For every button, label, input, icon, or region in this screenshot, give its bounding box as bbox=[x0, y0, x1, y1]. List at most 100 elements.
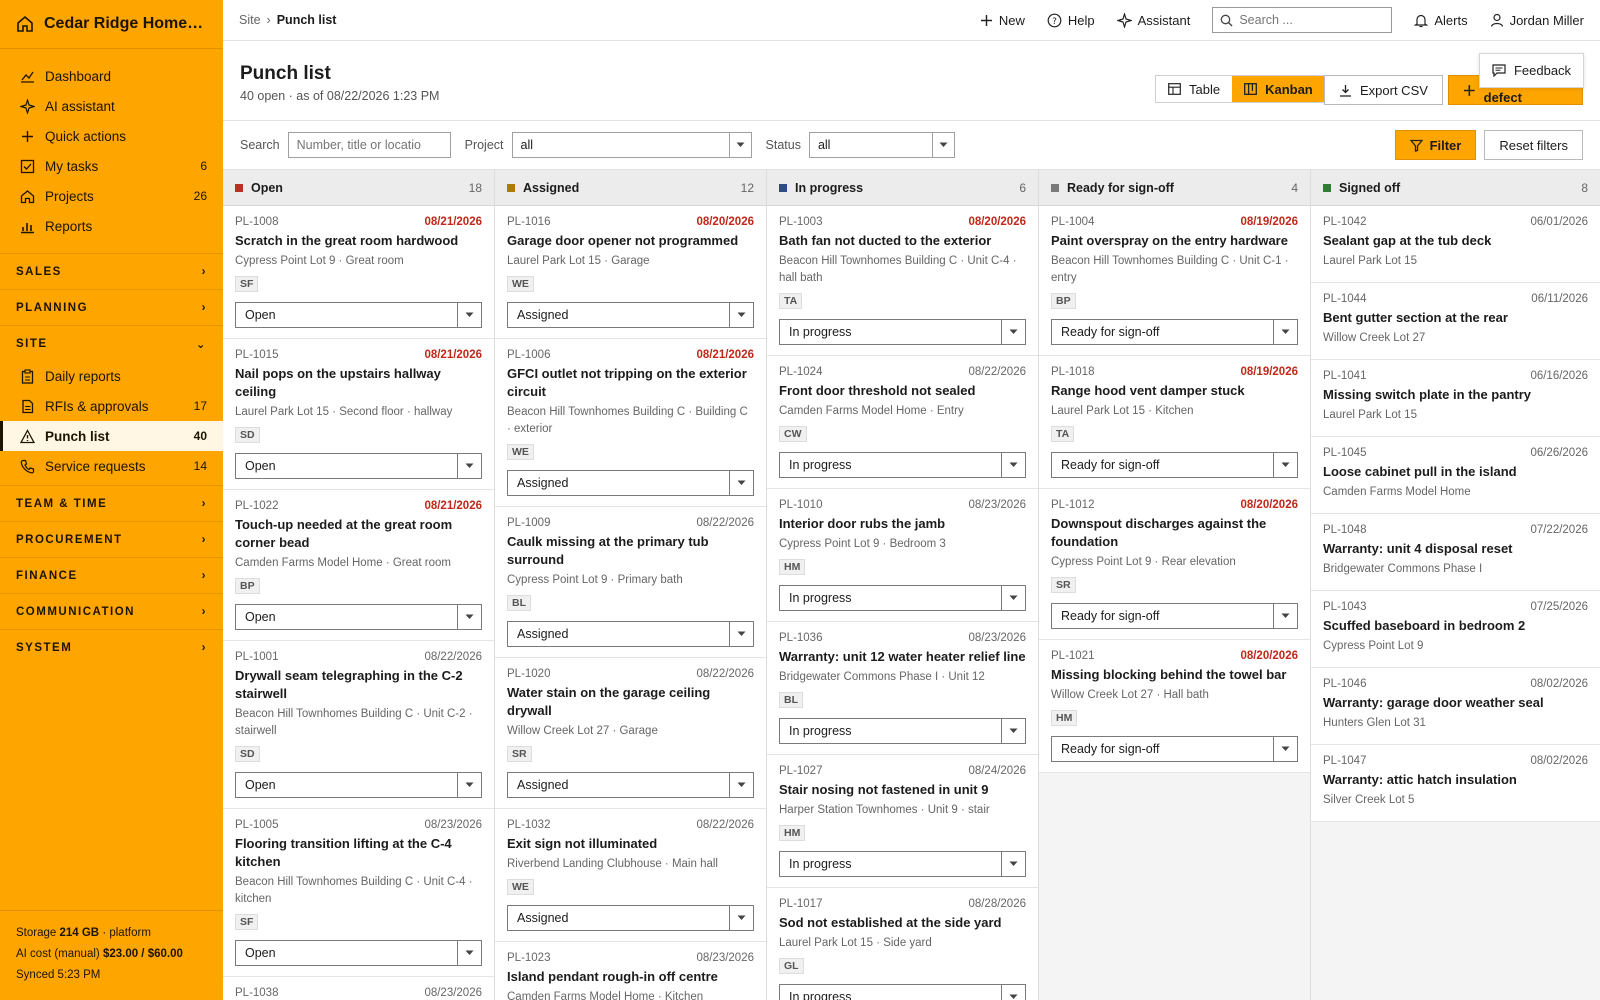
sidebar-item-punch-list[interactable]: Punch list 40 bbox=[0, 421, 223, 451]
assistant-button[interactable]: Assistant bbox=[1116, 12, 1190, 28]
card-title[interactable]: GFCI outlet not tripping on the exterior… bbox=[507, 365, 754, 401]
punch-card[interactable]: PL-1036 08/23/2026 Warranty: unit 12 water… bbox=[767, 622, 1038, 755]
punch-card[interactable]: PL-1003 08/20/2026 Bath fan not ducted to … bbox=[767, 206, 1038, 356]
card-title[interactable]: Drywall seam telegraphing in the C-2 sta… bbox=[235, 667, 482, 703]
status-select[interactable]: Ready for sign-off bbox=[1051, 603, 1298, 629]
card-title[interactable]: Loose cabinet pull in the island bbox=[1323, 463, 1588, 481]
status-select[interactable]: Assigned bbox=[507, 470, 754, 496]
reset-filters-button[interactable]: Reset filters bbox=[1484, 130, 1583, 160]
card-title[interactable]: Bath fan not ducted to the exterior bbox=[779, 232, 1026, 250]
punch-card[interactable]: PL-1009 08/22/2026 Caulk missing at the pr… bbox=[495, 507, 766, 658]
card-title[interactable]: Front door threshold not sealed bbox=[779, 382, 1026, 400]
punch-card[interactable]: PL-1024 08/22/2026 Front door threshold no… bbox=[767, 356, 1038, 489]
card-title[interactable]: Stair nosing not fastened in unit 9 bbox=[779, 781, 1026, 799]
punch-card[interactable]: PL-1032 08/22/2026 Exit sign not illuminat… bbox=[495, 809, 766, 942]
card-title[interactable]: Flooring transition lifting at the C-4 k… bbox=[235, 835, 482, 871]
punch-card[interactable]: PL-1020 08/22/2026 Water stain on the gara… bbox=[495, 658, 766, 809]
status-select[interactable]: Assigned bbox=[507, 621, 754, 647]
card-title[interactable]: Warranty: unit 12 water heater relief li… bbox=[779, 648, 1026, 666]
status-select[interactable]: Open bbox=[235, 940, 482, 966]
card-title[interactable]: Sod not established at the side yard bbox=[779, 914, 1026, 932]
sidebar-item-projects[interactable]: Projects 26 bbox=[0, 181, 223, 211]
punch-card[interactable]: PL-1016 08/20/2026 Garage door opener not … bbox=[495, 206, 766, 339]
card-title[interactable]: Water stain on the garage ceiling drywal… bbox=[507, 684, 754, 720]
nav-section-site[interactable]: SITE ⌄ bbox=[0, 325, 223, 361]
export-csv-button[interactable]: Export CSV bbox=[1324, 75, 1443, 105]
status-select[interactable]: In progress bbox=[779, 851, 1026, 877]
card-title[interactable]: Bent gutter section at the rear bbox=[1323, 309, 1588, 327]
punch-card[interactable]: PL-1045 06/26/2026 Loose cabinet pull in t… bbox=[1311, 437, 1600, 514]
alerts-button[interactable]: Alerts bbox=[1414, 13, 1468, 28]
sidebar-item-daily-reports[interactable]: Daily reports bbox=[0, 361, 223, 391]
sidebar-item-quick-actions[interactable]: Quick actions bbox=[0, 121, 223, 151]
status-select[interactable]: all bbox=[808, 132, 955, 158]
nav-section-system[interactable]: SYSTEM › bbox=[0, 629, 223, 665]
punch-card[interactable]: PL-1023 08/23/2026 Island pendant rough-in… bbox=[495, 942, 766, 1000]
global-search-input[interactable] bbox=[1239, 13, 1380, 27]
card-title[interactable]: Garage door opener not programmed bbox=[507, 232, 754, 250]
status-select[interactable]: In progress bbox=[779, 452, 1026, 478]
punch-card[interactable]: PL-1001 08/22/2026 Drywall seam telegraphi… bbox=[223, 641, 494, 809]
punch-card[interactable]: PL-1022 08/21/2026 Touch-up needed at the … bbox=[223, 490, 494, 641]
punch-card[interactable]: PL-1046 08/02/2026 Warranty: garage door w… bbox=[1311, 668, 1600, 745]
view-table-button[interactable]: Table bbox=[1156, 76, 1232, 102]
punch-card[interactable]: PL-1042 06/01/2026 Sealant gap at the tub … bbox=[1311, 206, 1600, 283]
card-title[interactable]: Nail pops on the upstairs hallway ceilin… bbox=[235, 365, 482, 401]
help-button[interactable]: ? Help bbox=[1047, 13, 1095, 28]
sidebar-item-ai-assistant[interactable]: AI assistant bbox=[0, 91, 223, 121]
status-select[interactable]: Open bbox=[235, 772, 482, 798]
nav-section-sales[interactable]: SALES › bbox=[0, 253, 223, 289]
punch-card[interactable]: PL-1043 07/25/2026 Scuffed baseboard in be… bbox=[1311, 591, 1600, 668]
punch-card[interactable]: PL-1021 08/20/2026 Missing blocking behind… bbox=[1039, 640, 1310, 773]
card-title[interactable]: Range hood vent damper stuck bbox=[1051, 382, 1298, 400]
new-button[interactable]: New bbox=[980, 13, 1025, 28]
search-input[interactable] bbox=[296, 138, 442, 152]
card-title[interactable]: Exit sign not illuminated bbox=[507, 835, 754, 853]
punch-card[interactable]: PL-1017 08/28/2026 Sod not established at … bbox=[767, 888, 1038, 1000]
status-select[interactable]: In progress bbox=[779, 984, 1026, 1000]
punch-card[interactable]: PL-1047 08/02/2026 Warranty: attic hatch i… bbox=[1311, 745, 1600, 822]
punch-card[interactable]: PL-1004 08/19/2026 Paint overspray on the … bbox=[1039, 206, 1310, 356]
status-select[interactable]: Assigned bbox=[507, 905, 754, 931]
nav-section-communication[interactable]: COMMUNICATION › bbox=[0, 593, 223, 629]
card-title[interactable]: Sealant gap at the tub deck bbox=[1323, 232, 1588, 250]
punch-card[interactable]: PL-1018 08/19/2026 Range hood vent damper … bbox=[1039, 356, 1310, 489]
nav-section-procurement[interactable]: PROCUREMENT › bbox=[0, 521, 223, 557]
status-select[interactable]: In progress bbox=[779, 585, 1026, 611]
status-select[interactable]: Assigned bbox=[507, 302, 754, 328]
punch-card[interactable]: PL-1010 08/23/2026 Interior door rubs the … bbox=[767, 489, 1038, 622]
card-title[interactable]: Warranty: unit 4 disposal reset bbox=[1323, 540, 1588, 558]
status-select[interactable]: In progress bbox=[779, 718, 1026, 744]
status-select[interactable]: Open bbox=[235, 453, 482, 479]
punch-card[interactable]: PL-1041 06/16/2026 Missing switch plate in… bbox=[1311, 360, 1600, 437]
punch-card[interactable]: PL-1015 08/21/2026 Nail pops on the upstai… bbox=[223, 339, 494, 490]
card-title[interactable]: Scuffed baseboard in bedroom 2 bbox=[1323, 617, 1588, 635]
sidebar-item-rfis-approvals[interactable]: RFIs & approvals 17 bbox=[0, 391, 223, 421]
view-kanban-button[interactable]: Kanban bbox=[1232, 76, 1325, 102]
card-title[interactable]: Warranty: garage door weather seal bbox=[1323, 694, 1588, 712]
feedback-button[interactable]: Feedback bbox=[1479, 53, 1584, 88]
filter-button[interactable]: Filter bbox=[1394, 130, 1477, 160]
sidebar-item-service-requests[interactable]: Service requests 14 bbox=[0, 451, 223, 481]
status-select[interactable]: Ready for sign-off bbox=[1051, 452, 1298, 478]
global-search[interactable] bbox=[1212, 7, 1393, 33]
status-select[interactable]: Ready for sign-off bbox=[1051, 319, 1298, 345]
punch-card[interactable]: PL-1008 08/21/2026 Scratch in the great ro… bbox=[223, 206, 494, 339]
nav-section-finance[interactable]: FINANCE › bbox=[0, 557, 223, 593]
card-title[interactable]: Island pendant rough-in off centre bbox=[507, 968, 754, 986]
card-title[interactable]: Missing blocking behind the towel bar bbox=[1051, 666, 1298, 684]
status-select[interactable]: In progress bbox=[779, 319, 1026, 345]
card-title[interactable]: Warranty: attic hatch insulation bbox=[1323, 771, 1588, 789]
status-select[interactable]: Open bbox=[235, 604, 482, 630]
card-title[interactable]: Missing switch plate in the pantry bbox=[1323, 386, 1588, 404]
card-title[interactable]: Paint overspray on the entry hardware bbox=[1051, 232, 1298, 250]
card-title[interactable]: Touch-up needed at the great room corner… bbox=[235, 516, 482, 552]
punch-card[interactable]: PL-103808/23/2026Drywall corner damaged … bbox=[223, 977, 494, 1000]
punch-card[interactable]: PL-1005 08/23/2026 Flooring transition lif… bbox=[223, 809, 494, 977]
brand[interactable]: Cedar Ridge Homes L... bbox=[0, 0, 223, 49]
sidebar-item-reports[interactable]: Reports bbox=[0, 211, 223, 241]
status-select[interactable]: Ready for sign-off bbox=[1051, 736, 1298, 762]
punch-card[interactable]: PL-1027 08/24/2026 Stair nosing not fasten… bbox=[767, 755, 1038, 888]
card-title[interactable]: Scratch in the great room hardwood bbox=[235, 232, 482, 250]
sidebar-item-my-tasks[interactable]: My tasks 6 bbox=[0, 151, 223, 181]
